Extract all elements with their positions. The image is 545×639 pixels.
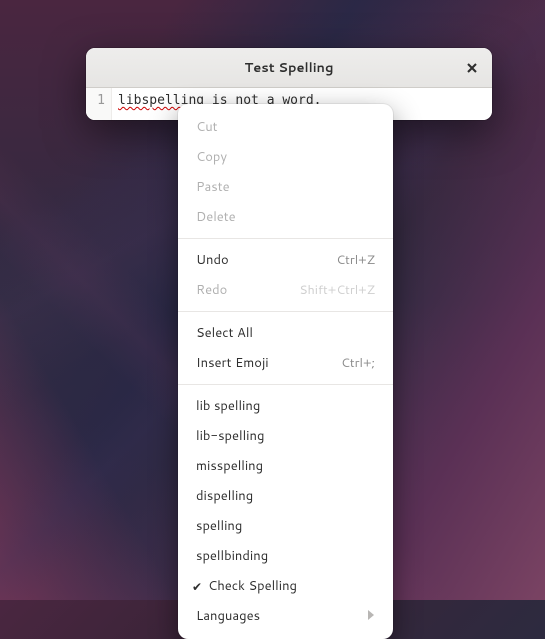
menu-item-suggestion[interactable]: dispelling bbox=[178, 481, 393, 511]
chevron-right-icon bbox=[367, 607, 375, 625]
menu-accelerator: Ctrl+Z bbox=[336, 251, 375, 269]
line-number: 1 bbox=[97, 93, 105, 108]
menu-item-copy: Copy bbox=[178, 142, 393, 172]
menu-item-suggestion[interactable]: misspelling bbox=[178, 451, 393, 481]
menu-separator bbox=[178, 311, 393, 312]
window-title: Test Spelling bbox=[245, 59, 334, 77]
menu-label: lib spelling bbox=[196, 397, 375, 415]
menu-label: dispelling bbox=[196, 487, 375, 505]
menu-item-languages[interactable]: Languages bbox=[178, 601, 393, 631]
menu-label: Languages bbox=[196, 607, 367, 625]
titlebar[interactable]: Test Spelling bbox=[86, 48, 492, 88]
menu-label: Paste bbox=[196, 178, 375, 196]
menu-item-insert-emoji[interactable]: Insert Emoji Ctrl+; bbox=[178, 348, 393, 378]
menu-item-suggestion[interactable]: spellbinding bbox=[178, 541, 393, 571]
close-button[interactable] bbox=[460, 56, 484, 80]
menu-label: Undo bbox=[196, 251, 336, 269]
menu-item-redo: Redo Shift+Ctrl+Z bbox=[178, 275, 393, 305]
close-icon bbox=[466, 57, 478, 80]
menu-item-paste: Paste bbox=[178, 172, 393, 202]
context-menu: Cut Copy Paste Delete Undo Ctrl+Z Redo S… bbox=[178, 104, 393, 639]
menu-item-suggestion[interactable]: spelling bbox=[178, 511, 393, 541]
menu-label: Select All bbox=[196, 324, 375, 342]
checkmark-icon: ✔ bbox=[190, 578, 204, 595]
menu-accelerator: Ctrl+; bbox=[341, 354, 375, 372]
menu-label: spellbinding bbox=[196, 547, 375, 565]
menu-label: misspelling bbox=[196, 457, 375, 475]
menu-item-check-spelling[interactable]: ✔ Check Spelling bbox=[178, 571, 393, 601]
menu-label: lib-spelling bbox=[196, 427, 375, 445]
menu-label: Delete bbox=[196, 208, 375, 226]
menu-label: Copy bbox=[196, 148, 375, 166]
line-number-gutter: 1 bbox=[86, 88, 112, 120]
menu-label: Insert Emoji bbox=[196, 354, 341, 372]
menu-item-suggestion[interactable]: lib spelling bbox=[178, 391, 393, 421]
menu-item-select-all[interactable]: Select All bbox=[178, 318, 393, 348]
menu-label: Redo bbox=[196, 281, 299, 299]
menu-item-undo[interactable]: Undo Ctrl+Z bbox=[178, 245, 393, 275]
menu-label: Cut bbox=[196, 118, 375, 136]
menu-separator bbox=[178, 238, 393, 239]
menu-accelerator: Shift+Ctrl+Z bbox=[299, 281, 375, 299]
menu-label: spelling bbox=[196, 517, 375, 535]
menu-separator bbox=[178, 384, 393, 385]
menu-label: Check Spelling bbox=[208, 577, 375, 595]
menu-item-suggestion[interactable]: lib-spelling bbox=[178, 421, 393, 451]
menu-item-delete: Delete bbox=[178, 202, 393, 232]
menu-item-cut: Cut bbox=[178, 112, 393, 142]
